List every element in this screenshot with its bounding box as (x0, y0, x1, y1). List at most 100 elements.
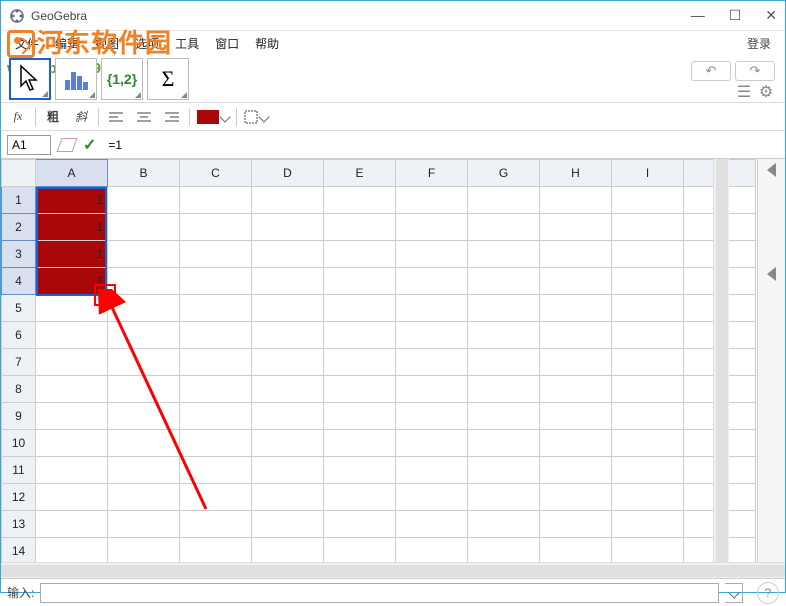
cell-B9[interactable] (108, 403, 180, 430)
cell-G4[interactable] (468, 268, 540, 295)
cell-C10[interactable] (180, 430, 252, 457)
cell-H10[interactable] (540, 430, 612, 457)
menu-file[interactable]: 文件 (9, 35, 45, 52)
cell-A1[interactable]: 1 (36, 187, 108, 214)
bold-button[interactable]: 粗 (42, 106, 64, 128)
accept-button[interactable]: ✓ (83, 135, 96, 155)
cell-C8[interactable] (180, 376, 252, 403)
close-button[interactable]: ✕ (765, 7, 777, 24)
cell-C4[interactable] (180, 268, 252, 295)
cell-H8[interactable] (540, 376, 612, 403)
cell-E4[interactable] (324, 268, 396, 295)
cell-I6[interactable] (612, 322, 684, 349)
cell-H13[interactable] (540, 511, 612, 538)
cell-F1[interactable] (396, 187, 468, 214)
cell-A7[interactable] (36, 349, 108, 376)
cell-E3[interactable] (324, 241, 396, 268)
cell-E1[interactable] (324, 187, 396, 214)
cell-D7[interactable] (252, 349, 324, 376)
perspective-toggle-2[interactable] (767, 267, 776, 281)
cell-G6[interactable] (468, 322, 540, 349)
cell-G3[interactable] (468, 241, 540, 268)
cell-B12[interactable] (108, 484, 180, 511)
cell-I13[interactable] (612, 511, 684, 538)
perspective-toggle[interactable] (767, 163, 776, 177)
cell-A2[interactable]: 1 (36, 214, 108, 241)
cell-D10[interactable] (252, 430, 324, 457)
cell-G14[interactable] (468, 538, 540, 563)
fx-button[interactable]: fx (7, 106, 29, 128)
corner-cell[interactable] (2, 160, 36, 187)
cell-F9[interactable] (396, 403, 468, 430)
cell-D8[interactable] (252, 376, 324, 403)
cell-D4[interactable] (252, 268, 324, 295)
spreadsheet[interactable]: ABCDEFGHIJ112131415678910111213141516 (1, 159, 757, 562)
cell-B5[interactable] (108, 295, 180, 322)
cell-B8[interactable] (108, 376, 180, 403)
cell-I1[interactable] (612, 187, 684, 214)
col-header-B[interactable]: B (108, 160, 180, 187)
cell-E5[interactable] (324, 295, 396, 322)
formula-input[interactable] (104, 135, 779, 155)
cell-D14[interactable] (252, 538, 324, 563)
cell-C13[interactable] (180, 511, 252, 538)
vertical-scrollbar[interactable] (713, 159, 729, 562)
menu-help[interactable]: 帮助 (249, 35, 285, 52)
row-header-7[interactable]: 7 (2, 349, 36, 376)
cell-D9[interactable] (252, 403, 324, 430)
tool-sum[interactable]: Σ (147, 58, 189, 100)
row-header-3[interactable]: 3 (2, 241, 36, 268)
cell-D3[interactable] (252, 241, 324, 268)
align-left-button[interactable] (105, 106, 127, 128)
cell-B14[interactable] (108, 538, 180, 563)
cell-G10[interactable] (468, 430, 540, 457)
row-header-14[interactable]: 14 (2, 538, 36, 563)
cell-E9[interactable] (324, 403, 396, 430)
row-header-6[interactable]: 6 (2, 322, 36, 349)
menu-window[interactable]: 窗口 (209, 35, 245, 52)
cell-B4[interactable] (108, 268, 180, 295)
cell-I10[interactable] (612, 430, 684, 457)
cell-C11[interactable] (180, 457, 252, 484)
cell-H6[interactable] (540, 322, 612, 349)
cell-H2[interactable] (540, 214, 612, 241)
cell-A10[interactable] (36, 430, 108, 457)
cell-B1[interactable] (108, 187, 180, 214)
cell-F8[interactable] (396, 376, 468, 403)
cell-F5[interactable] (396, 295, 468, 322)
cell-I2[interactable] (612, 214, 684, 241)
row-header-10[interactable]: 10 (2, 430, 36, 457)
menu-edit[interactable]: 编辑 (49, 35, 85, 52)
cell-G13[interactable] (468, 511, 540, 538)
cell-C7[interactable] (180, 349, 252, 376)
cell-A3[interactable]: 1 (36, 241, 108, 268)
cell-I14[interactable] (612, 538, 684, 563)
cell-C12[interactable] (180, 484, 252, 511)
cell-A13[interactable] (36, 511, 108, 538)
cell-D2[interactable] (252, 214, 324, 241)
cell-C1[interactable] (180, 187, 252, 214)
row-header-8[interactable]: 8 (2, 376, 36, 403)
cell-I11[interactable] (612, 457, 684, 484)
cell-F12[interactable] (396, 484, 468, 511)
cell-C2[interactable] (180, 214, 252, 241)
bgcolor-button[interactable] (196, 106, 230, 128)
row-header-2[interactable]: 2 (2, 214, 36, 241)
row-header-9[interactable]: 9 (2, 403, 36, 430)
col-header-D[interactable]: D (252, 160, 324, 187)
cell-E10[interactable] (324, 430, 396, 457)
cell-G1[interactable] (468, 187, 540, 214)
cell-C6[interactable] (180, 322, 252, 349)
cell-F6[interactable] (396, 322, 468, 349)
cell-B3[interactable] (108, 241, 180, 268)
tool-analyze[interactable] (55, 58, 97, 100)
cell-I7[interactable] (612, 349, 684, 376)
minimize-button[interactable]: — (691, 7, 705, 24)
cell-A8[interactable] (36, 376, 108, 403)
cell-D5[interactable] (252, 295, 324, 322)
cell-H12[interactable] (540, 484, 612, 511)
maximize-button[interactable]: ☐ (729, 7, 742, 24)
cell-E12[interactable] (324, 484, 396, 511)
cell-I3[interactable] (612, 241, 684, 268)
cell-B6[interactable] (108, 322, 180, 349)
